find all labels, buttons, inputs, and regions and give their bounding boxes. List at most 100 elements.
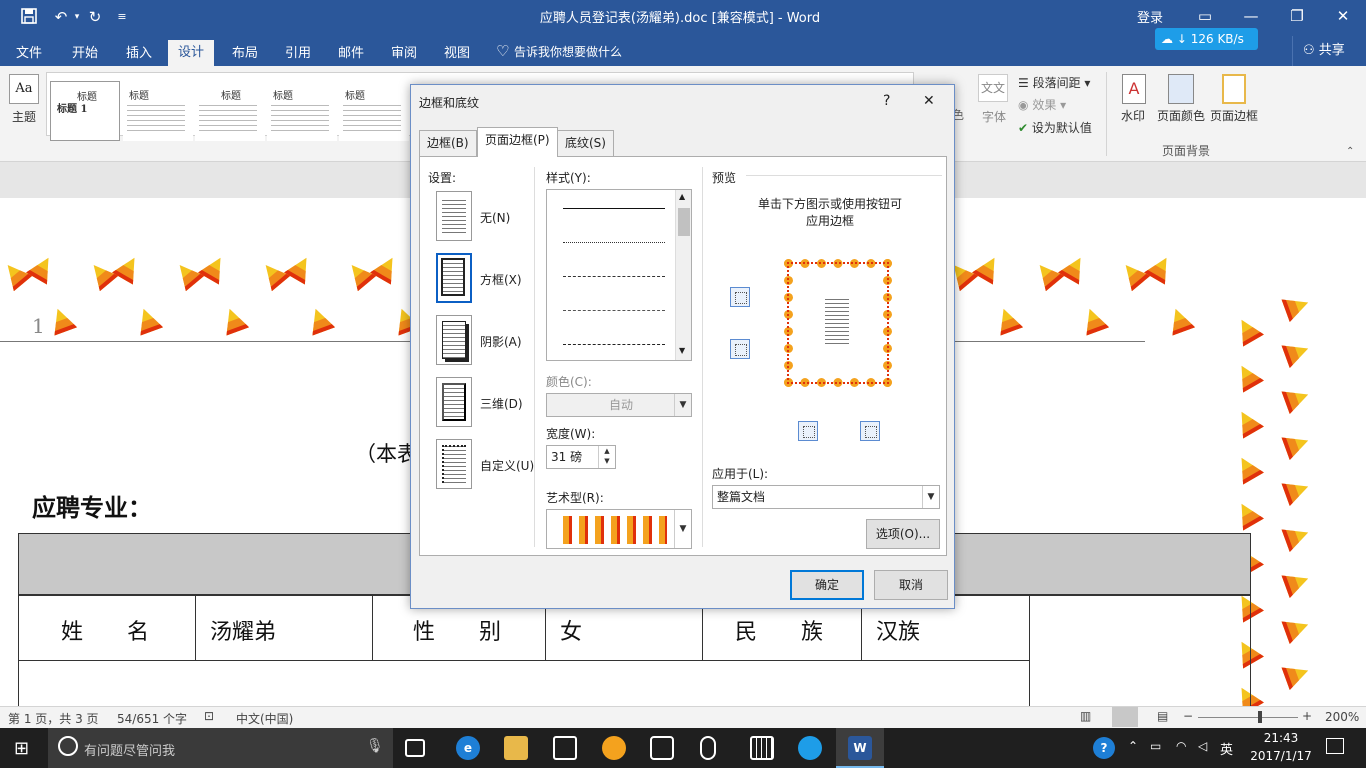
zoom-level[interactable]: 200%: [1325, 710, 1359, 724]
zoom-out-icon[interactable]: −: [1183, 709, 1193, 723]
color-select[interactable]: 自动 ▼: [546, 393, 692, 417]
collapse-ribbon-icon[interactable]: ⌃: [1346, 146, 1354, 157]
cloud-app-icon[interactable]: [798, 736, 822, 760]
page-color-label[interactable]: 页面颜色: [1157, 107, 1205, 124]
left-border-button[interactable]: [798, 421, 818, 441]
style-list-scrollbar[interactable]: ▲ ▼: [675, 190, 691, 360]
zoom-slider-thumb[interactable]: [1258, 711, 1262, 723]
right-border-button[interactable]: [860, 421, 880, 441]
edge-browser-icon[interactable]: e: [456, 736, 480, 760]
zoom-in-icon[interactable]: +: [1302, 709, 1312, 723]
task-view-icon[interactable]: [405, 739, 425, 757]
setting-shadow-label[interactable]: 阴影(A): [480, 333, 522, 350]
options-button[interactable]: 选项(O)...: [866, 519, 940, 549]
setting-box-label[interactable]: 方框(X): [480, 271, 522, 288]
store-icon[interactable]: [553, 736, 577, 760]
undo-dropdown-icon[interactable]: ▾: [72, 7, 82, 27]
style-list[interactable]: ▲ ▼: [546, 189, 692, 361]
theme-icon[interactable]: Aa: [9, 74, 39, 104]
dialog-close-icon[interactable]: ✕: [923, 93, 935, 109]
wifi-icon[interactable]: ◠: [1176, 739, 1186, 753]
language-indicator[interactable]: 中文(中国): [236, 710, 293, 727]
spinner-arrows-icon[interactable]: ▲ ▼: [598, 446, 615, 468]
print-layout-icon[interactable]: [1112, 707, 1138, 727]
setting-custom-label[interactable]: 自定义(U): [480, 457, 534, 474]
microphone-icon[interactable]: 🎙: [366, 738, 384, 754]
tab-layout[interactable]: 布局: [222, 42, 268, 66]
page-color-icon[interactable]: [1168, 74, 1194, 104]
zoom-slider[interactable]: [1198, 717, 1298, 718]
windows-start-icon[interactable]: ⊞: [14, 738, 29, 759]
page-count[interactable]: 第 1 页，共 3 页: [8, 710, 99, 727]
apply-to-select[interactable]: 整篇文档 ▼: [712, 485, 940, 509]
fonts-label[interactable]: 字体: [982, 108, 1006, 125]
tray-chevron-icon[interactable]: ⌃: [1128, 739, 1138, 753]
file-explorer-icon[interactable]: [504, 736, 528, 760]
tab-page-border[interactable]: 页面边框(P): [477, 127, 558, 157]
page-borders-icon[interactable]: [1222, 74, 1246, 104]
close-window-icon[interactable]: ✕: [1320, 0, 1366, 32]
redo-icon[interactable]: ↻: [84, 7, 106, 27]
setting-none-label[interactable]: 无(N): [480, 209, 510, 226]
style-long-dash[interactable]: [563, 310, 665, 311]
tab-shading[interactable]: 底纹(S): [557, 130, 614, 156]
tab-mailings[interactable]: 邮件: [328, 42, 374, 66]
page-borders-label[interactable]: 页面边框: [1210, 107, 1258, 124]
style-thumb-2[interactable]: 标题: [123, 81, 193, 141]
style-thumb-4[interactable]: 标题: [267, 81, 337, 141]
style-dotted[interactable]: [563, 242, 665, 243]
cell-name-value[interactable]: 汤耀弟: [195, 595, 373, 661]
clock-date[interactable]: 2017/1/17: [1244, 749, 1318, 763]
tab-design[interactable]: 设计: [168, 40, 215, 66]
battery-icon[interactable]: ▭: [1150, 739, 1161, 753]
restore-icon[interactable]: ❐: [1274, 0, 1320, 32]
style-dash-dot[interactable]: [563, 344, 665, 345]
camera-icon[interactable]: [650, 736, 674, 760]
tab-home[interactable]: 开始: [62, 42, 108, 66]
word-taskbar-button[interactable]: W: [836, 728, 884, 768]
read-mode-icon[interactable]: ▥: [1080, 709, 1091, 723]
setting-shadow-icon[interactable]: [436, 315, 472, 365]
effects-button[interactable]: ◉ 效果 ▾: [1018, 96, 1066, 113]
calculator-icon[interactable]: [750, 736, 774, 760]
setting-3d-icon[interactable]: [436, 377, 472, 427]
set-default-button[interactable]: ✔ 设为默认值: [1018, 119, 1092, 136]
top-border-button[interactable]: [730, 287, 750, 307]
login-link[interactable]: 登录: [1137, 7, 1163, 26]
preview-page[interactable]: [784, 259, 892, 387]
scroll-down-icon[interactable]: ▼: [679, 346, 685, 355]
tell-me-box[interactable]: 告诉我你想要做什么: [514, 43, 622, 60]
scroll-up-icon[interactable]: ▲: [679, 192, 685, 201]
notification-icon[interactable]: [1326, 738, 1344, 754]
width-spinner[interactable]: 31 磅 ▲ ▼: [546, 445, 616, 469]
tab-review[interactable]: 审阅: [381, 42, 427, 66]
watermark-icon[interactable]: A: [1122, 74, 1146, 104]
undo-icon[interactable]: ↶: [50, 7, 72, 27]
proofing-icon[interactable]: ⊡: [204, 709, 214, 723]
dialog-help-icon[interactable]: ?: [883, 93, 890, 109]
paragraph-spacing-button[interactable]: ☰ 段落间距 ▾: [1018, 74, 1090, 91]
style-solid[interactable]: [563, 208, 665, 209]
voice-recorder-icon[interactable]: [700, 736, 716, 760]
help-icon[interactable]: ?: [1093, 737, 1115, 759]
style-thumb-3[interactable]: 标题: [195, 81, 265, 141]
setting-box-icon[interactable]: [436, 253, 472, 303]
customize-qat-icon[interactable]: ≡: [115, 7, 129, 27]
bottom-border-button[interactable]: [730, 339, 750, 359]
scroll-thumb[interactable]: [678, 208, 690, 236]
style-thumb-1[interactable]: 标题 标题 1: [50, 81, 120, 141]
tab-file[interactable]: 文件: [6, 42, 52, 66]
setting-3d-label[interactable]: 三维(D): [480, 395, 523, 412]
setting-custom-icon[interactable]: [436, 439, 472, 489]
cancel-button[interactable]: 取消: [874, 570, 948, 600]
cell-photo[interactable]: [1029, 595, 1251, 708]
art-select[interactable]: ▼: [546, 509, 692, 549]
ime-indicator[interactable]: 英: [1220, 739, 1233, 758]
share-button[interactable]: ⚇ 共享: [1292, 36, 1366, 66]
web-layout-icon[interactable]: ▤: [1157, 709, 1168, 723]
clock-time[interactable]: 21:43: [1250, 731, 1312, 745]
setting-none-icon[interactable]: [436, 191, 472, 241]
style-thumb-5[interactable]: 标题: [339, 81, 409, 141]
fonts-icon[interactable]: 文文: [978, 74, 1008, 102]
word-count[interactable]: 54/651 个字: [117, 710, 187, 727]
